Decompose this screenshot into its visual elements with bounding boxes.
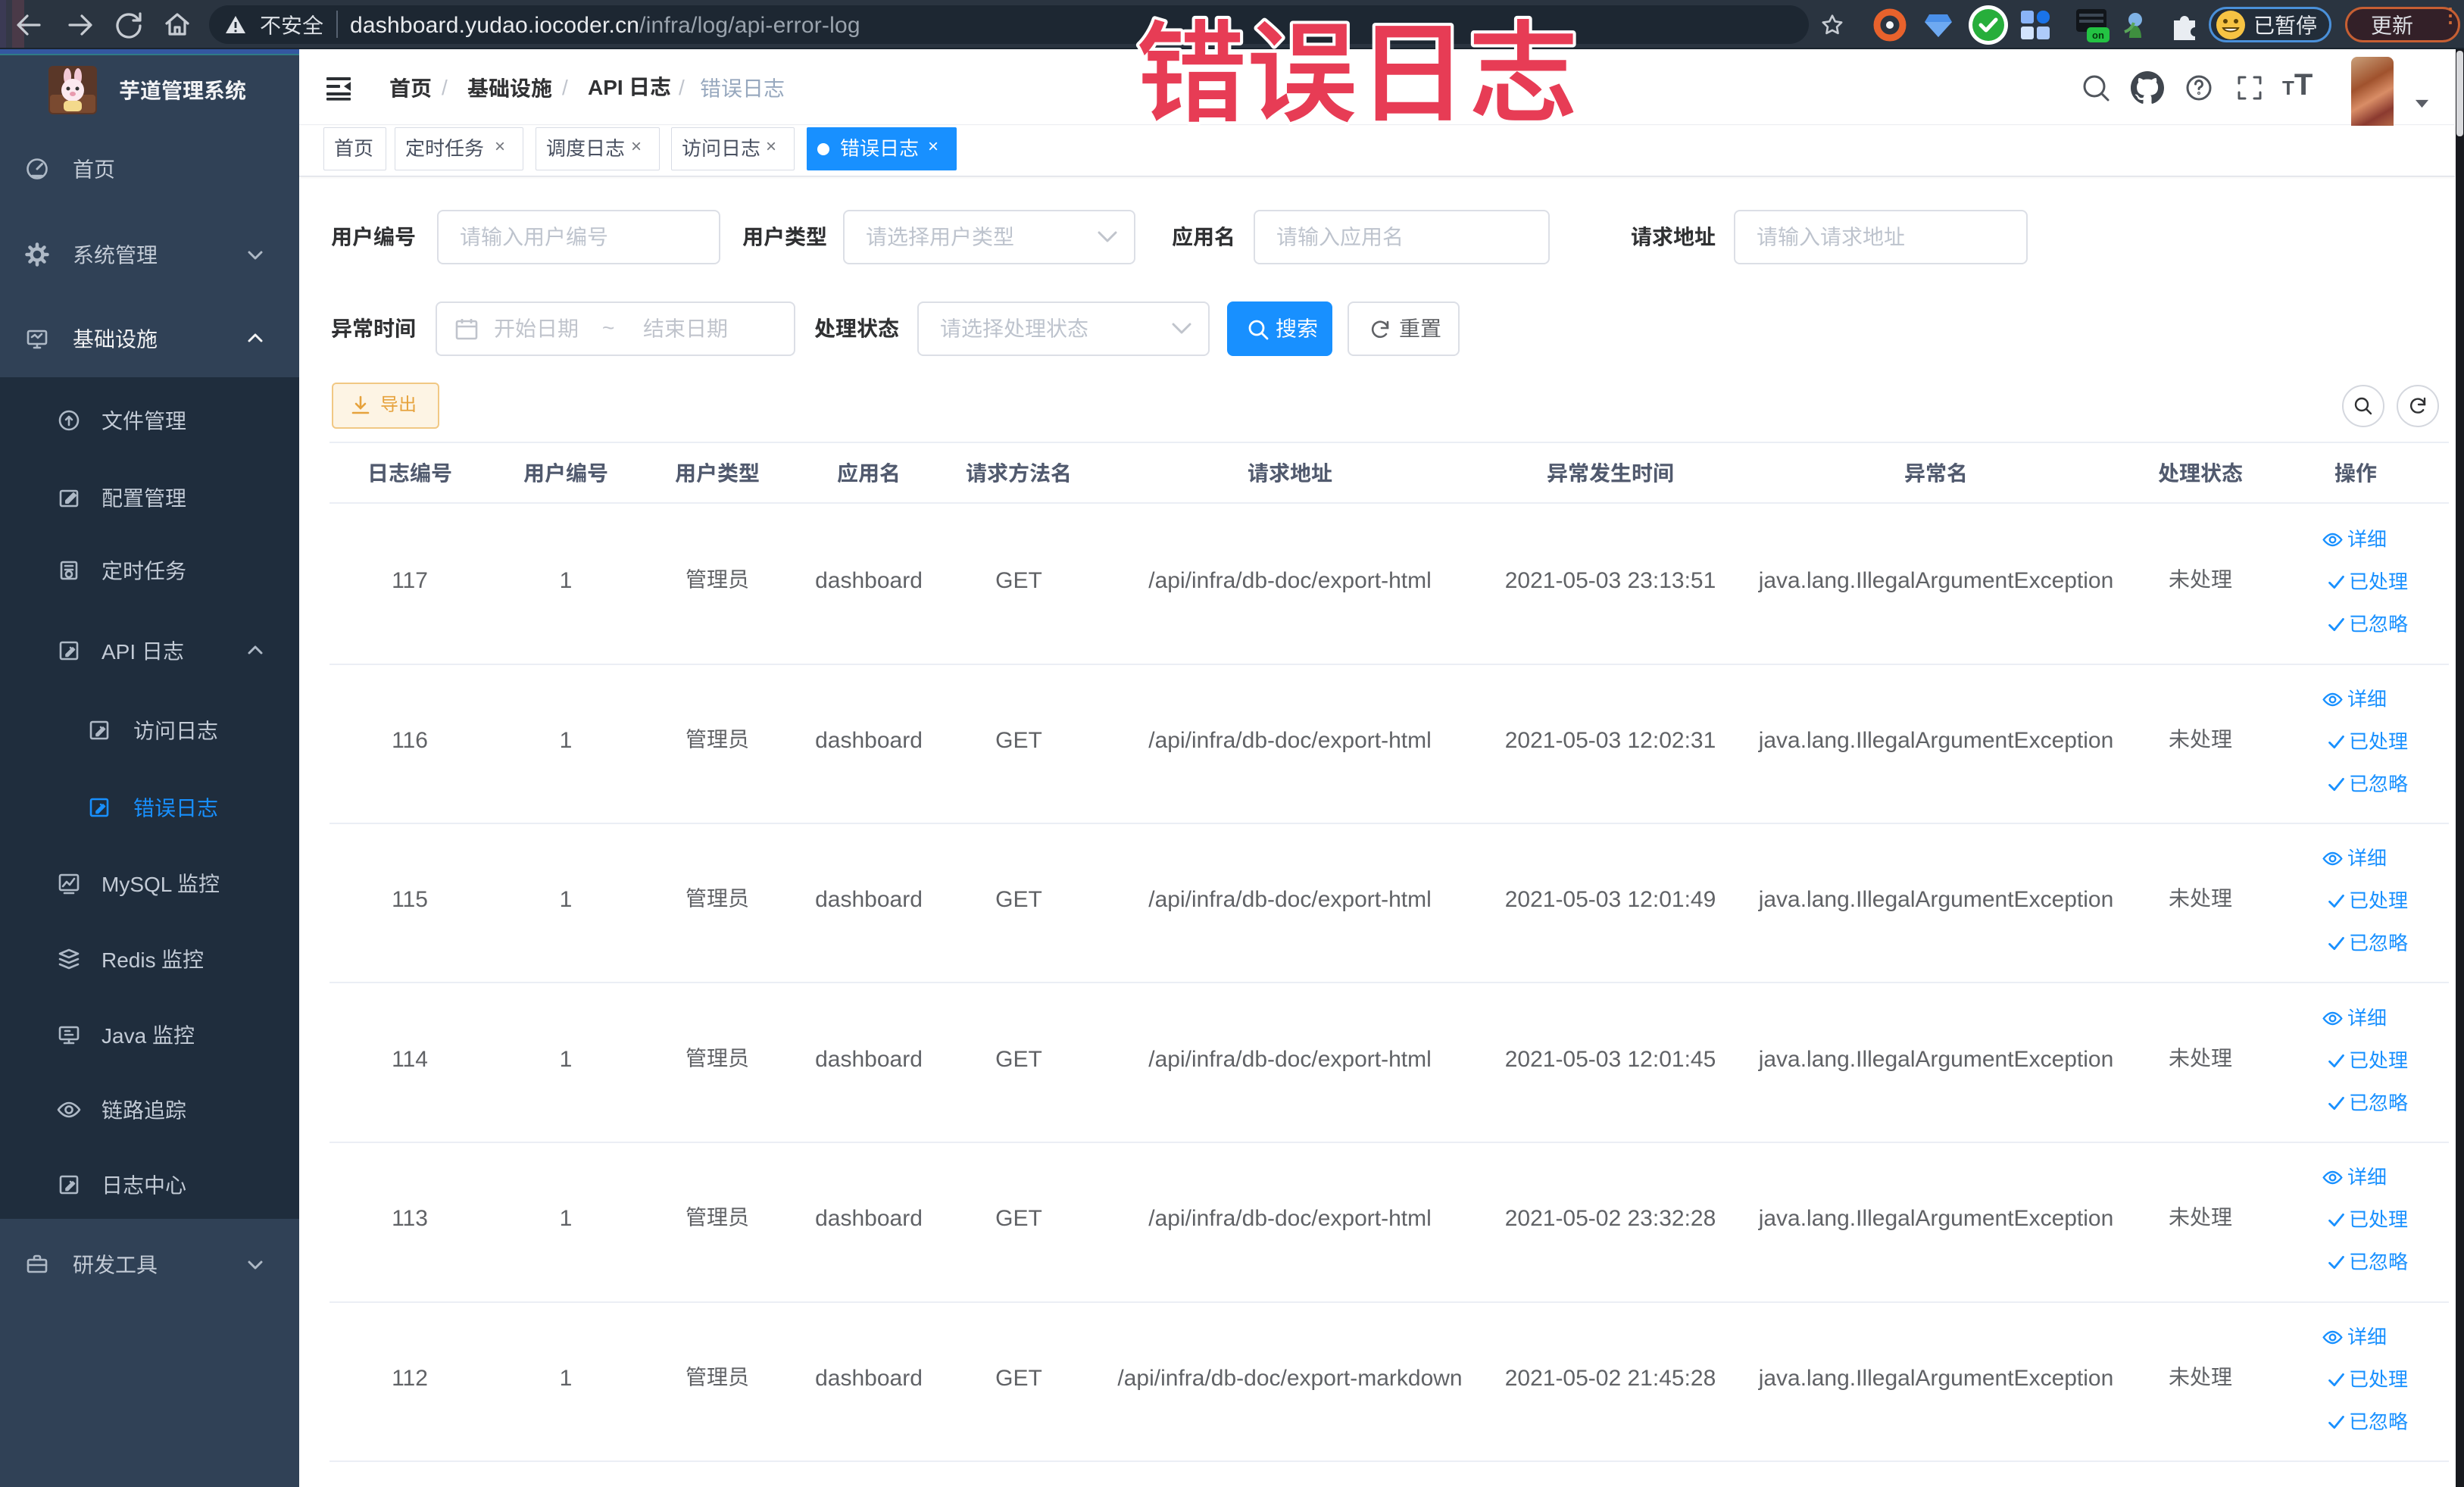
svg-text:on: on: [2092, 30, 2104, 41]
